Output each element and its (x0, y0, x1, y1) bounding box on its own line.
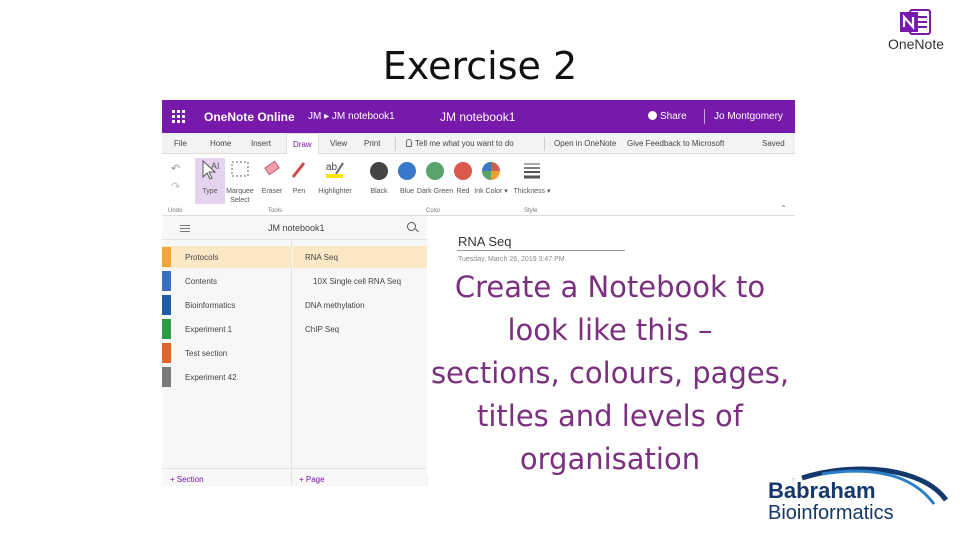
section-item[interactable]: Protocols (162, 246, 292, 268)
page-title[interactable]: RNA Seq (458, 234, 511, 249)
color-swatch (370, 162, 388, 180)
section-color-tab (162, 343, 171, 363)
page-item[interactable]: DNA methylation (293, 294, 427, 316)
menu-bar: File Home Insert Draw View Print Tell me… (162, 133, 795, 154)
section-item[interactable]: Experiment 1 (162, 318, 292, 340)
color-black[interactable]: Black (364, 158, 394, 204)
svg-text:AI: AI (211, 161, 220, 171)
share-button[interactable]: Share (648, 111, 687, 122)
color-blue[interactable]: Blue (392, 158, 422, 204)
section-list: Protocols Contents Bioinformatics Experi… (162, 240, 427, 486)
draw-ribbon: ↶ ↷ AI Type Marquee Select Eraser Pen ab… (162, 154, 795, 216)
page-list: RNA Seq 10X Single cell RNA Seq DNA meth… (293, 240, 427, 486)
user-name[interactable]: Jo Montgomery (714, 111, 783, 122)
color-swatch (426, 162, 444, 180)
babraham-logo-text: Babraham (768, 478, 876, 503)
app-header: OneNote Online JM ▸ JM notebook1 JM note… (162, 100, 795, 133)
collapse-ribbon-icon[interactable]: ⌃ (780, 204, 787, 213)
cursor-icon: AI (202, 159, 220, 180)
navigation-pane: JM notebook1 Protocols Contents Bioinfor… (162, 216, 427, 486)
group-label-style: Style (524, 208, 538, 214)
tell-me-search[interactable]: Tell me what you want to do (406, 139, 514, 148)
search-icon[interactable] (407, 222, 416, 231)
subpage-item[interactable]: 10X Single cell RNA Seq (293, 270, 427, 292)
svg-text:ab: ab (326, 162, 338, 173)
marquee-icon (231, 161, 249, 177)
undo-icon[interactable]: ↶ (171, 162, 180, 175)
page-title-rule (457, 250, 625, 251)
app-name[interactable]: OneNote Online (204, 110, 295, 124)
eraser-tool[interactable]: Eraser (257, 158, 287, 204)
section-color-tab (162, 367, 171, 387)
section-color-tab (162, 295, 171, 315)
instruction-text: Create a Notebook to look like this – se… (430, 270, 790, 476)
pen-tool[interactable]: Pen (284, 158, 314, 204)
feedback-link[interactable]: Give Feedback to Microsoft (627, 139, 724, 148)
color-swatch (398, 162, 416, 180)
app-launcher-icon[interactable] (172, 110, 185, 123)
pen-icon (291, 162, 306, 178)
group-label-color: Color (426, 208, 441, 214)
bioinformatics-logo-text: Bioinformatics (768, 502, 894, 524)
thickness-picker[interactable]: Thickness ▾ (514, 158, 550, 204)
section-color-tab (162, 247, 171, 267)
breadcrumb[interactable]: JM ▸ JM notebook1 (308, 111, 395, 122)
tab-home[interactable]: Home (210, 139, 231, 148)
highlighter-icon: ab (326, 162, 344, 178)
onenote-logo-icon (900, 9, 931, 35)
color-red[interactable]: Red (448, 158, 478, 204)
nav-notebook-name[interactable]: JM notebook1 (268, 223, 325, 233)
section-color-tab (162, 271, 171, 291)
section-item[interactable]: Test section (162, 342, 292, 364)
nav-header: JM notebook1 (162, 216, 427, 240)
line-thickness-icon (524, 163, 540, 179)
lightbulb-icon (406, 139, 412, 147)
tab-print[interactable]: Print (364, 139, 380, 148)
hamburger-menu-icon[interactable] (180, 225, 190, 226)
color-dark-green[interactable]: Dark Green (417, 158, 453, 204)
section-color-tab (162, 319, 171, 339)
menu-separator (544, 137, 545, 151)
page-item[interactable]: RNA Seq (293, 246, 427, 268)
save-status: Saved (762, 139, 785, 148)
section-item[interactable]: Bioinformatics (162, 294, 292, 316)
open-in-onenote-button[interactable]: Open in OneNote (554, 139, 616, 148)
group-label-tools: Tools (268, 208, 283, 214)
color-swatch (454, 162, 472, 180)
page-item[interactable]: ChIP Seq (293, 318, 427, 340)
header-divider (704, 109, 705, 124)
group-label-undo: Undo (168, 208, 183, 214)
menu-separator (395, 137, 396, 151)
add-section-button[interactable]: + Section (170, 475, 204, 484)
redo-icon[interactable]: ↷ (171, 180, 180, 193)
marquee-select-tool[interactable]: Marquee Select (225, 158, 255, 204)
tab-file[interactable]: File (174, 139, 187, 148)
section-item[interactable]: Experiment 42 (162, 366, 292, 388)
instruction-callout: Create a Notebook to look like this – se… (428, 262, 792, 486)
eraser-icon (264, 160, 280, 176)
color-wheel-icon (482, 162, 500, 180)
section-item[interactable]: Contents (162, 270, 292, 292)
ink-color-picker[interactable]: Ink Color ▾ (474, 158, 508, 204)
tab-insert[interactable]: Insert (251, 139, 271, 148)
add-page-button[interactable]: + Page (299, 475, 325, 484)
babraham-logo: Babraham Bioinformatics (762, 464, 952, 530)
person-icon (648, 111, 657, 120)
tab-view[interactable]: View (330, 139, 347, 148)
highlighter-tool[interactable]: ab Highlighter (318, 158, 351, 204)
onenote-logo-text: OneNote (887, 36, 945, 52)
slide-title: Exercise 2 (382, 44, 578, 88)
tab-draw[interactable]: Draw (286, 133, 319, 154)
onenote-logo: OneNote (876, 6, 956, 52)
notebook-title: JM notebook1 (440, 110, 516, 124)
